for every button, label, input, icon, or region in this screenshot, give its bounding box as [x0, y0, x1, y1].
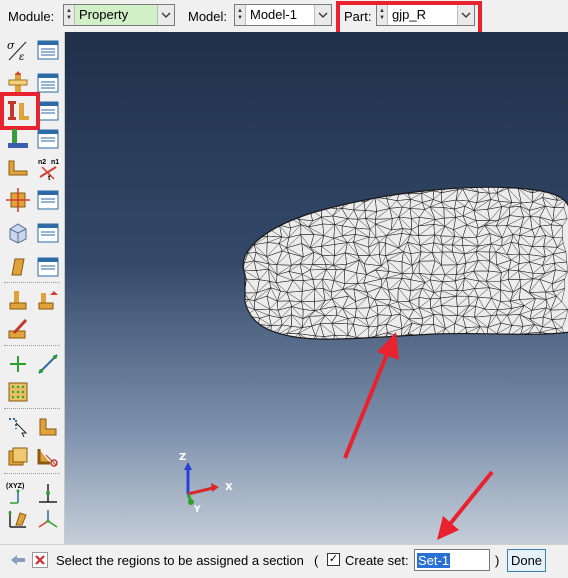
- create-point-icon[interactable]: [5, 351, 31, 377]
- profile-list-icon[interactable]: [35, 126, 61, 152]
- prompt-bar: Select the regions to be assigned a sect…: [0, 544, 568, 578]
- section-list-icon[interactable]: [35, 70, 61, 96]
- model-value: Model-1: [250, 7, 297, 22]
- datum-triad-icon[interactable]: [35, 506, 61, 532]
- triad-x-label: X: [225, 482, 233, 493]
- triad-z-label: Z: [179, 452, 186, 463]
- model-select[interactable]: ▲ ▼ Model-1: [234, 4, 332, 26]
- material-orientation-icon[interactable]: [5, 187, 31, 213]
- module-select[interactable]: ▲ ▼ Property: [63, 4, 175, 26]
- skin-icon[interactable]: [5, 254, 31, 280]
- part-value: gjp_R: [392, 7, 426, 22]
- special-edit-icon[interactable]: [5, 316, 31, 342]
- datum-csys-icon[interactable]: (XYZ): [5, 480, 31, 506]
- cancel-x-icon[interactable]: [31, 550, 49, 570]
- open-paren: (: [314, 553, 319, 568]
- red-arrow-annotation: [343, 332, 399, 459]
- back-arrow-icon[interactable]: [9, 550, 27, 570]
- special-assign-icon[interactable]: [5, 288, 31, 314]
- triad-y-label: Y: [193, 505, 201, 515]
- context-bar: Module: ▲ ▼ Property Model: ▲ ▼ Model-1 Pa…: [0, 0, 568, 37]
- xyz-label: (XYZ): [6, 483, 24, 490]
- material-list-icon[interactable]: [35, 37, 61, 63]
- edit-cut-icon[interactable]: [35, 444, 61, 470]
- special-assign-2-icon[interactable]: [35, 288, 61, 314]
- normal-tangent-icon[interactable]: n2 n1 t: [35, 156, 61, 182]
- material-manager-icon[interactable]: σε: [5, 37, 31, 63]
- toolbox-divider: [4, 345, 60, 346]
- datum-plane-icon[interactable]: [5, 506, 31, 532]
- datum-axis-icon[interactable]: [35, 351, 61, 377]
- set-name-value: Set-1: [417, 553, 451, 568]
- layup-list-icon[interactable]: [35, 220, 61, 246]
- part-spinner-icon[interactable]: ▲ ▼: [377, 5, 388, 25]
- model-label: Model:: [188, 9, 228, 24]
- toolbox: σε n2 n1 t (XYZ): [0, 32, 65, 544]
- datum-transform-icon[interactable]: [35, 480, 61, 506]
- prompt-text: Select the regions to be assigned a sect…: [56, 553, 304, 568]
- graphics-viewport[interactable]: Z X Y: [65, 32, 568, 544]
- partition-icon[interactable]: [35, 414, 61, 440]
- n2-label: n2: [38, 159, 46, 166]
- done-button[interactable]: Done: [507, 549, 546, 572]
- red-arrow-annotation: [437, 470, 494, 540]
- module-spinner-icon[interactable]: ▲ ▼: [64, 5, 75, 25]
- orientation-list-icon[interactable]: [35, 187, 61, 213]
- datum-grid-icon[interactable]: [5, 379, 31, 405]
- part-select[interactable]: ▲ ▼ gjp_R: [376, 4, 475, 26]
- assignment-list-icon[interactable]: [35, 98, 61, 124]
- close-paren: ): [495, 553, 500, 568]
- create-set-checkbox[interactable]: ✓: [327, 553, 340, 566]
- profile-icon[interactable]: [5, 126, 31, 152]
- view-triad: Z X Y: [179, 452, 233, 515]
- set-name-input[interactable]: Set-1: [414, 549, 490, 571]
- n1-label: n1: [51, 159, 59, 166]
- beam-orientation-icon[interactable]: [5, 156, 31, 182]
- toolbox-divider: [4, 408, 60, 409]
- query-icon[interactable]: [5, 414, 31, 440]
- composite-layup-icon[interactable]: [5, 220, 31, 246]
- toolbox-divider: [4, 473, 60, 474]
- create-set-label: Create set:: [345, 553, 409, 568]
- part-label: Part:: [344, 9, 372, 24]
- module-label: Module:: [8, 9, 55, 24]
- svg-text:ε: ε: [19, 52, 24, 62]
- skin-list-icon[interactable]: [35, 254, 61, 280]
- svg-text:σ: σ: [7, 39, 15, 52]
- chevron-down-icon[interactable]: [314, 5, 331, 25]
- partition-cell-icon[interactable]: [5, 444, 31, 470]
- part-mesh[interactable]: Z X Y: [65, 32, 568, 544]
- chevron-down-icon[interactable]: [157, 5, 174, 25]
- chevron-down-icon[interactable]: [457, 5, 474, 25]
- toolbox-divider: [4, 282, 60, 283]
- assign-section-icon[interactable]: [5, 98, 31, 124]
- module-value: Property: [79, 7, 129, 22]
- section-create-icon[interactable]: [5, 70, 31, 96]
- model-spinner-icon[interactable]: ▲ ▼: [235, 5, 246, 25]
